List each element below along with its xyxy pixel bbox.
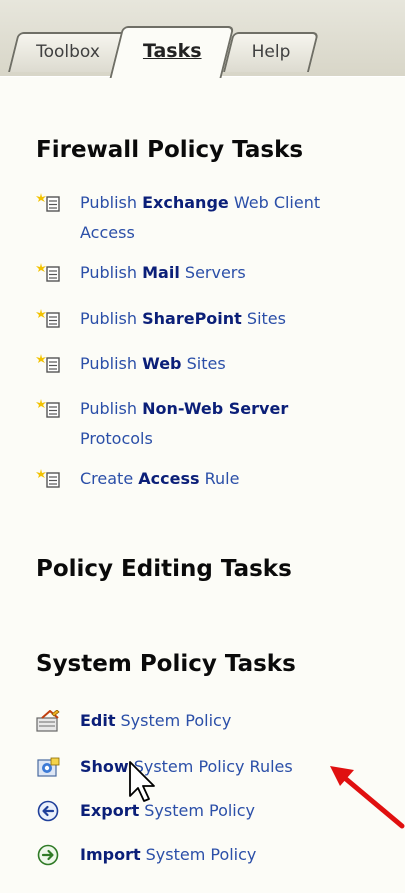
task-import-system-policy[interactable]: Import System Policy [36, 840, 396, 870]
task-link: Edit System Policy [80, 711, 232, 730]
policy-editing-tasks-heading: Policy Editing Tasks [36, 556, 292, 582]
edit-policy-icon [36, 710, 60, 732]
annotation-arrow-icon [330, 766, 405, 829]
new-rule-icon [36, 354, 60, 373]
task-link: Publish Exchange Web Client Access [80, 193, 321, 242]
tab-tasks[interactable]: Tasks [109, 26, 235, 78]
task-link: Publish Non-Web Server Protocols [80, 399, 289, 448]
mouse-cursor-icon [129, 761, 155, 802]
task-link: Publish SharePoint Sites [80, 309, 286, 328]
new-rule-icon [36, 399, 60, 418]
task-link: Import System Policy [80, 845, 257, 864]
tab-help[interactable]: Help [223, 32, 319, 72]
tab-help-label: Help [251, 42, 291, 62]
task-link: Publish Web Sites [80, 354, 226, 373]
task-publish-exchange[interactable]: Publish Exchange Web Client Access [36, 188, 396, 248]
tab-strip: Toolbox Help Tasks [0, 0, 405, 78]
show-rules-icon [37, 757, 60, 777]
tab-tasks-label: Tasks [142, 40, 202, 62]
new-rule-icon [36, 469, 60, 488]
task-edit-system-policy[interactable]: Edit System Policy [36, 706, 396, 736]
new-rule-icon [36, 193, 60, 212]
export-icon [37, 800, 59, 822]
task-publish-web[interactable]: Publish Web Sites [36, 349, 396, 379]
task-publish-sharepoint[interactable]: Publish SharePoint Sites [36, 304, 396, 334]
firewall-policy-tasks-heading: Firewall Policy Tasks [36, 137, 304, 163]
task-publish-mail[interactable]: Publish Mail Servers [36, 258, 396, 288]
task-link: Publish Mail Servers [80, 263, 246, 282]
task-publish-non-web[interactable]: Publish Non-Web Server Protocols [36, 394, 396, 454]
tab-toolbox-label: Toolbox [36, 42, 100, 62]
task-pane: Toolbox Help Tasks Firewall Policy Tasks… [0, 0, 405, 893]
system-policy-tasks-heading: System Policy Tasks [36, 651, 296, 677]
new-rule-icon [36, 263, 60, 282]
task-create-access-rule[interactable]: Create Access Rule [36, 464, 396, 494]
new-rule-icon [36, 309, 60, 328]
import-icon [37, 844, 59, 866]
tab-toolbox[interactable]: Toolbox [8, 32, 128, 72]
task-link: Create Access Rule [80, 469, 240, 488]
